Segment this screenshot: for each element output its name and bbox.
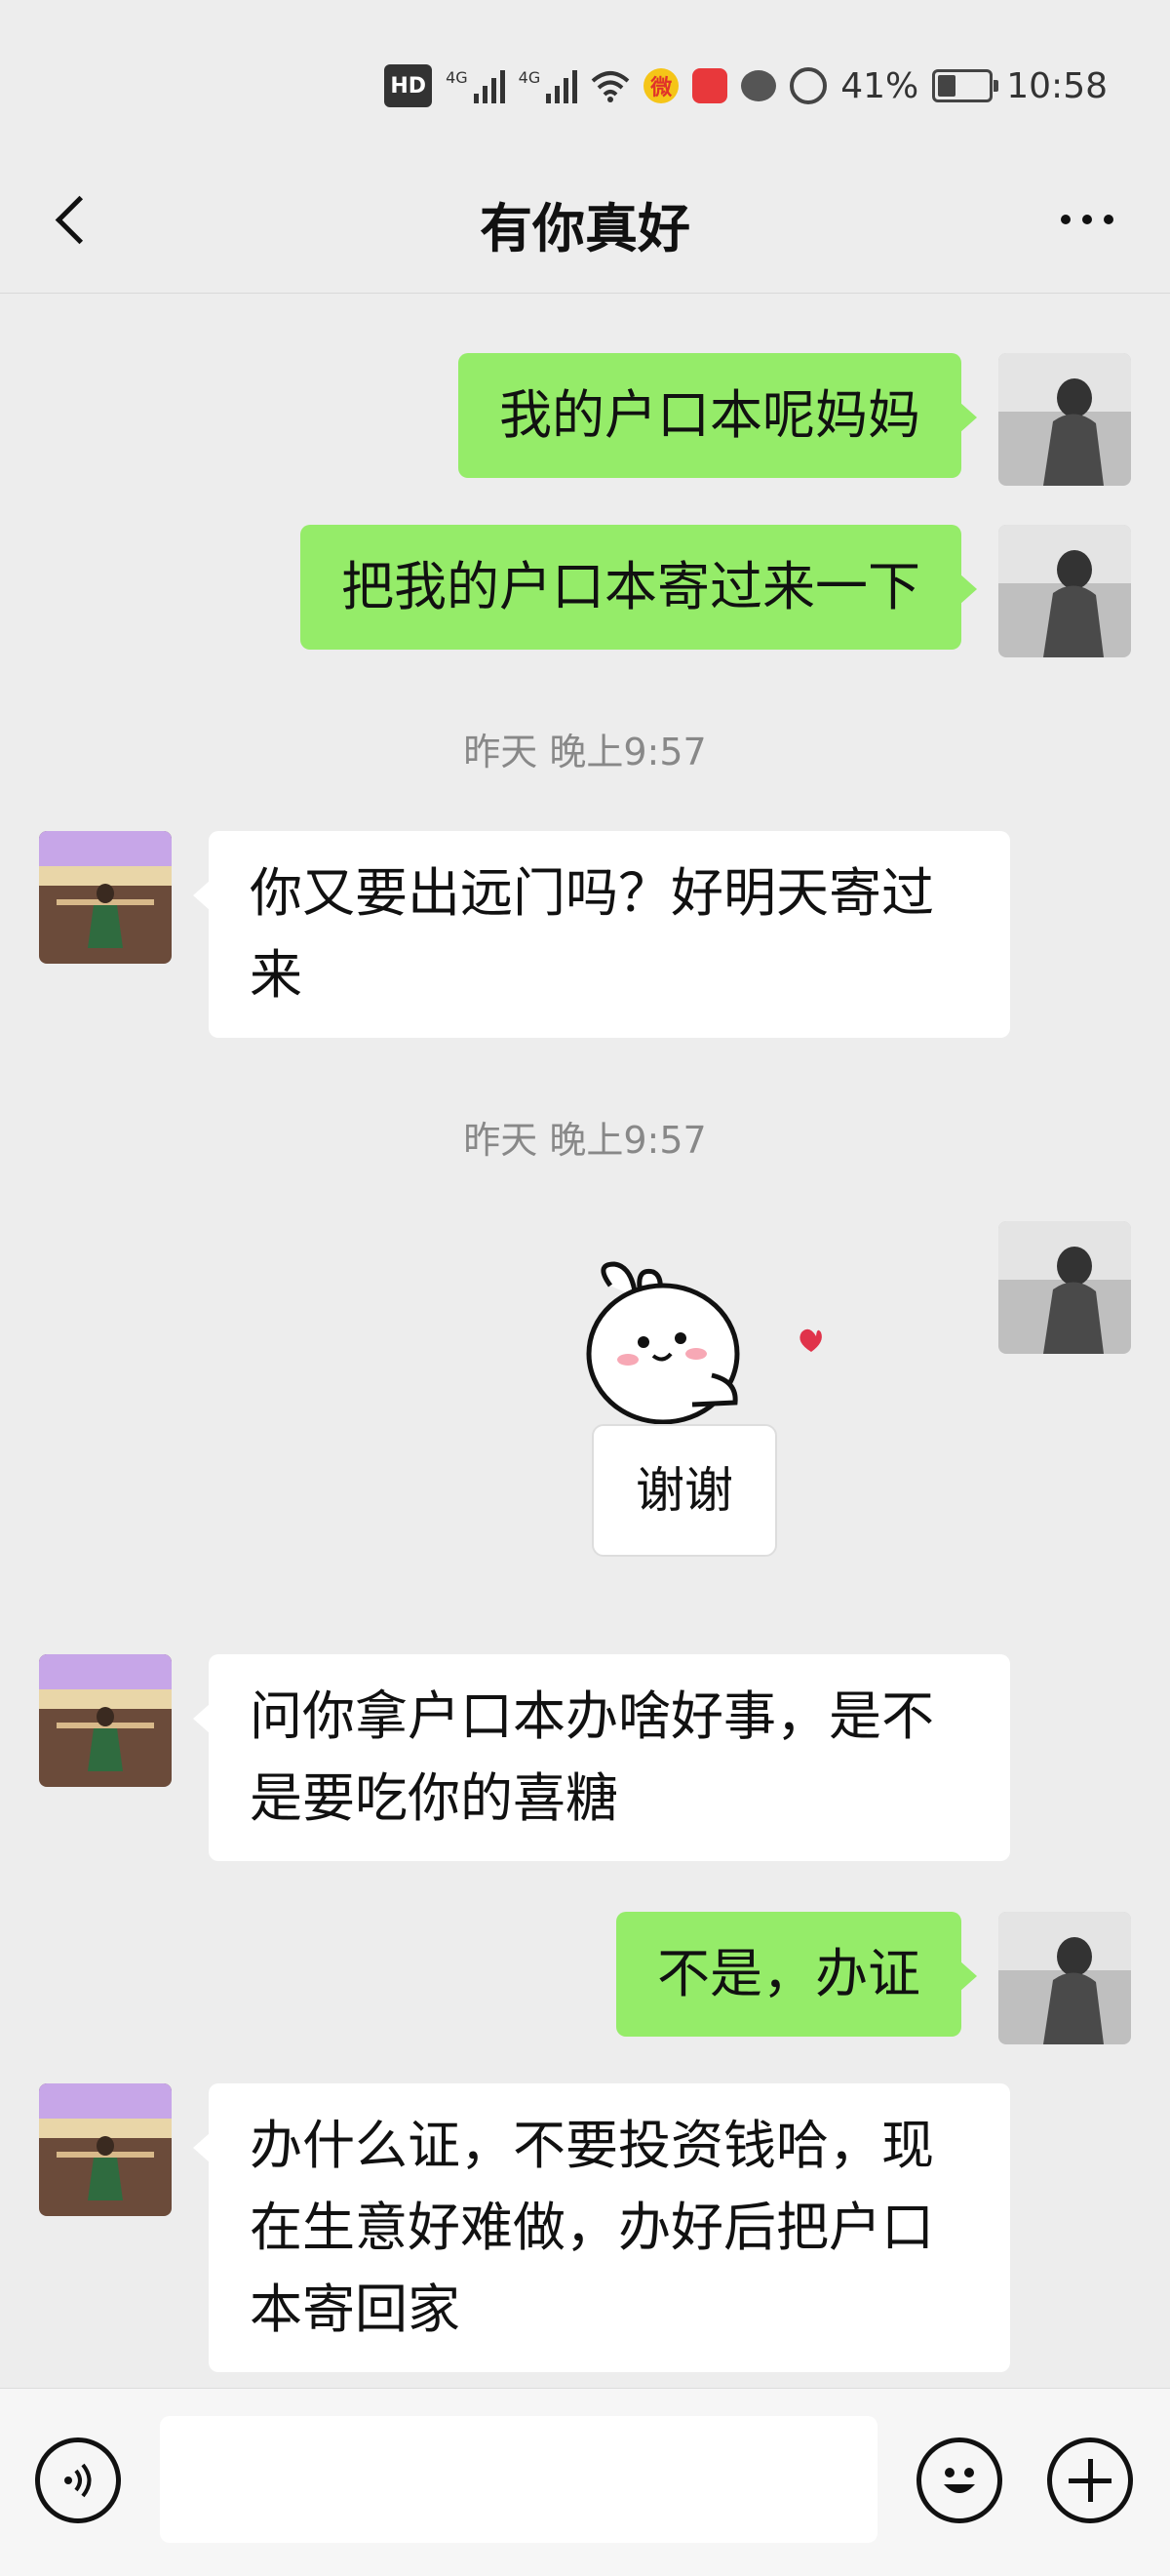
contact-avatar[interactable] — [39, 831, 172, 964]
contact-avatar[interactable] — [39, 2083, 172, 2216]
wifi-icon — [591, 66, 630, 105]
status-icons: HD 4G 4G 微 41% 10:58 — [384, 60, 1108, 111]
alarm-icon — [790, 67, 828, 104]
message-bubble[interactable]: 你又要出远门吗？好明天寄过来 — [193, 831, 1010, 1038]
voice-input-button[interactable] — [35, 2437, 121, 2523]
plus-icon — [1069, 2459, 1112, 2502]
chat-area[interactable]: 我的户口本呢妈妈 把我的户口本寄过来一下 昨天 晚上9:57 你又要出远门吗？好… — [0, 293, 1170, 2388]
message-bubble[interactable]: 把我的户口本寄过来一下 — [300, 525, 977, 650]
timestamp: 昨天 晚上9:57 — [463, 731, 707, 773]
more-functions-button[interactable] — [1047, 2437, 1133, 2523]
title-bar: 有你真好 — [0, 146, 1170, 294]
input-bar — [0, 2388, 1170, 2576]
message-bubble[interactable]: 问你拿户口本办啥好事，是不是要吃你的喜糖 — [193, 1654, 1010, 1861]
signal-icon-2: 4G — [519, 68, 578, 103]
my-avatar[interactable] — [998, 525, 1131, 657]
message-icon — [741, 70, 777, 101]
message-input[interactable] — [160, 2416, 878, 2543]
signal-icon-1: 4G — [446, 68, 505, 103]
contact-avatar[interactable] — [39, 1654, 172, 1787]
more-options-button[interactable] — [1043, 193, 1131, 246]
emoji-button[interactable] — [916, 2437, 1002, 2523]
message-bubble[interactable]: 我的户口本呢妈妈 — [458, 353, 977, 478]
hd-icon: HD — [384, 64, 433, 107]
timestamp: 昨天 晚上9:57 — [463, 1119, 707, 1162]
status-bar: HD 4G 4G 微 41% 10:58 — [0, 0, 1170, 146]
weibo-icon: 微 — [644, 68, 680, 103]
voice-icon — [64, 2463, 92, 2498]
smiley-icon — [944, 2468, 975, 2493]
battery-icon — [932, 69, 999, 102]
my-avatar[interactable] — [998, 1221, 1131, 1354]
sticker-caption: 谢谢 — [592, 1424, 777, 1557]
chat-title: 有你真好 — [480, 198, 690, 259]
my-avatar[interactable] — [998, 1912, 1131, 2044]
battery-percent: 41% — [840, 65, 919, 106]
message-bubble[interactable]: 不是，办证 — [616, 1912, 977, 2037]
clock: 10:58 — [1006, 65, 1108, 106]
message-bubble[interactable]: 办什么证，不要投资钱哈，现在生意好难做，办好后把户口本寄回家 — [193, 2083, 1010, 2372]
app-store-icon — [692, 68, 728, 103]
my-avatar[interactable] — [998, 353, 1131, 486]
